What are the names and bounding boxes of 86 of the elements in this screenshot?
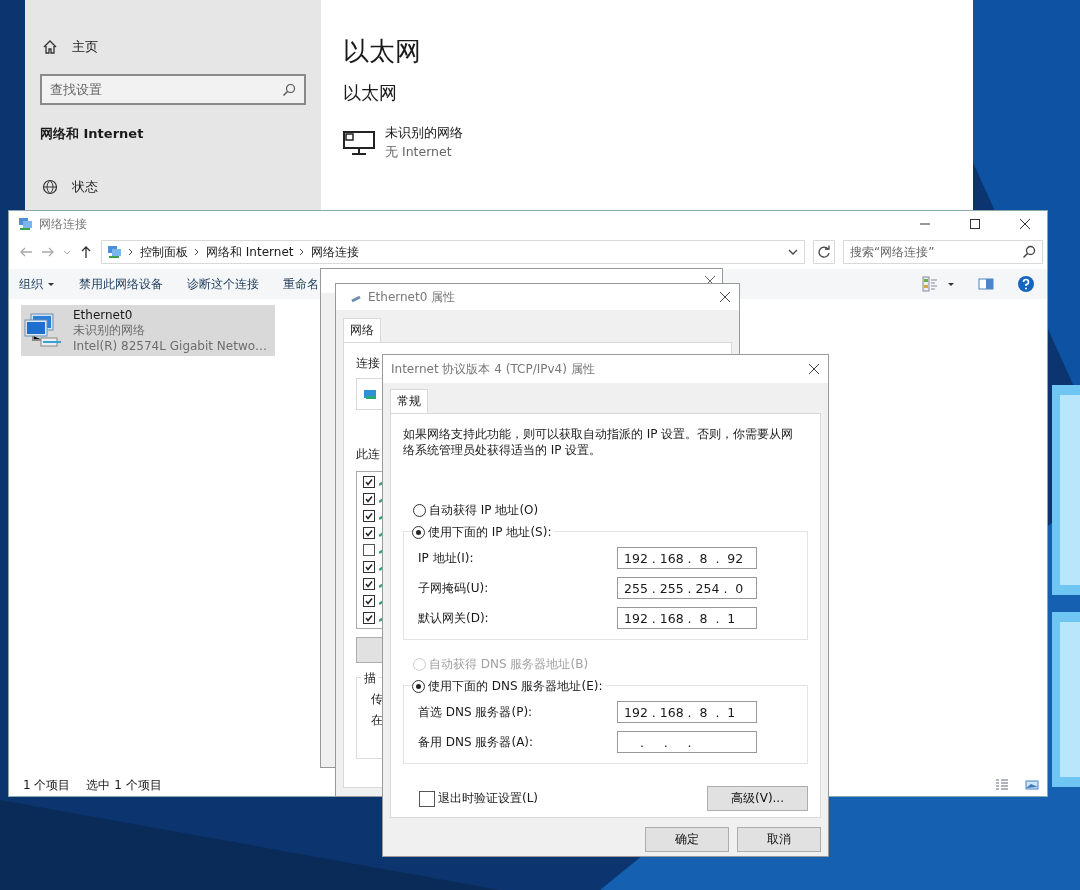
- toolbar-button[interactable]: 重命名: [283, 273, 319, 295]
- connection-item[interactable]: Ethernet0 未识别的网络 Intel(R) 82574L Gigabit Netwo…: [21, 305, 276, 356]
- search-icon: [282, 82, 296, 97]
- network-status: 无 Internet: [385, 144, 453, 161]
- field-label: 首选 DNS 服务器(P):: [418, 703, 533, 721]
- field-label: IP 地址(I):: [418, 549, 474, 567]
- tiles-view-icon[interactable]: [1025, 778, 1039, 792]
- description-text: 传: [371, 691, 383, 708]
- radio-button[interactable]: [413, 504, 426, 517]
- device-name: Intel(R) 82574L Gigabit Netwo…: [73, 339, 268, 353]
- dialog-button[interactable]: 确定: [645, 827, 729, 852]
- help-icon[interactable]: [1017, 275, 1035, 293]
- globe-icon: [42, 179, 58, 195]
- radio-button[interactable]: [412, 526, 425, 539]
- chevron-right-icon: [128, 248, 134, 256]
- chevron-down-icon[interactable]: [788, 248, 798, 256]
- refresh-icon: [817, 245, 831, 259]
- close-icon[interactable]: [808, 363, 820, 375]
- dialog-title: Ethernet0 属性: [368, 288, 456, 306]
- ip-address-field[interactable]: 192 . 168 . 8 . 1: [617, 607, 757, 629]
- dialog-button[interactable]: 取消: [737, 827, 821, 852]
- checkbox[interactable]: [363, 595, 375, 607]
- checkbox[interactable]: [363, 510, 375, 522]
- chevron-right-icon: [194, 248, 200, 256]
- checkbox[interactable]: [363, 493, 375, 505]
- tab[interactable]: 常规: [390, 389, 428, 413]
- window-title: 网络连接: [39, 215, 87, 233]
- checkbox[interactable]: [363, 612, 375, 624]
- ip-address-field[interactable]: 255 . 255 . 254 . 0: [617, 577, 757, 599]
- search-field[interactable]: 搜索“网络连接”: [843, 240, 1043, 264]
- home-icon: [42, 39, 58, 55]
- breadcrumb-item[interactable]: 网络连接: [311, 243, 360, 261]
- adapter-icon: [363, 387, 377, 401]
- toolbar-button[interactable]: 禁用此网络设备: [79, 273, 163, 295]
- checkbox[interactable]: [363, 544, 375, 556]
- group-label: 描: [361, 670, 379, 687]
- search-field[interactable]: 查找设置: [40, 74, 306, 105]
- field-label: 备用 DNS 服务器(A):: [418, 733, 534, 751]
- search-icon: [1022, 245, 1036, 259]
- breadcrumb-item[interactable]: 控制面板: [140, 243, 188, 261]
- checkbox[interactable]: [419, 790, 435, 807]
- radio-button[interactable]: [412, 680, 425, 693]
- close-icon[interactable]: [719, 291, 731, 303]
- page-title: 以太网: [343, 35, 422, 68]
- field-label: 连接: [356, 355, 380, 372]
- section-heading: 网络和 Internet: [40, 125, 145, 143]
- toolbar-button[interactable]: 组织: [19, 273, 55, 295]
- checkbox-label: 退出时验证设置(L): [438, 790, 539, 807]
- breadcrumb-item[interactable]: 网络和 Internet: [206, 243, 294, 261]
- connection-status: 未识别的网络: [73, 322, 146, 339]
- network-name[interactable]: 未识别的网络: [385, 125, 463, 142]
- radio-label: 使用下面的 DNS 服务器地址(E):: [428, 678, 603, 695]
- checkbox[interactable]: [363, 578, 375, 590]
- status-text: 选中 1 个项目: [86, 776, 162, 794]
- ip-address-field[interactable]: 192 . 168 . 8 . 92: [617, 547, 757, 569]
- intro-text: 如果网络支持此功能，则可以获取自动指派的 IP 设置。否则，你需要从网络系统管理员处获得适当的 IP 设置。: [403, 426, 795, 458]
- network-folder-icon: [17, 216, 33, 232]
- status-text: 1 个项目: [23, 776, 71, 794]
- monitor-network-icon: [343, 130, 375, 156]
- field-label: 默认网关(D):: [418, 609, 489, 627]
- connection-name: Ethernet0: [73, 308, 134, 322]
- toolbar-button[interactable]: 诊断这个连接: [187, 273, 259, 295]
- up-arrow-icon[interactable]: [79, 245, 93, 259]
- address-bar[interactable]: 控制面板 网络和 Internet 网络连接: [101, 240, 805, 264]
- tab[interactable]: 网络: [343, 318, 381, 342]
- checkbox[interactable]: [363, 527, 375, 539]
- checkbox[interactable]: [363, 476, 375, 488]
- home-link[interactable]: 主页: [72, 38, 98, 56]
- radio-label: 使用下面的 IP 地址(S):: [428, 524, 552, 541]
- chevron-right-icon: [299, 248, 306, 256]
- caret-icon[interactable]: [947, 280, 955, 288]
- page-subheading: 以太网: [343, 81, 398, 105]
- radio-label: 自动获得 IP 地址(O): [429, 502, 539, 519]
- field-label: 子网掩码(U):: [418, 579, 489, 597]
- radio-label: 自动获得 DNS 服务器地址(B): [429, 656, 589, 673]
- description-text: 在: [371, 712, 383, 729]
- advanced-button[interactable]: 高级(V)...: [707, 786, 808, 811]
- network-folder-icon: [106, 244, 122, 260]
- dialog-title: Internet 协议版本 4 (TCP/IPv4) 属性: [391, 360, 595, 378]
- ip-address-field[interactable]: . . .: [617, 731, 757, 753]
- checkbox[interactable]: [363, 561, 375, 573]
- preview-pane-icon[interactable]: [977, 275, 995, 293]
- field-label: 此连: [356, 446, 380, 463]
- ip-address-field[interactable]: 192 . 168 . 8 . 1: [617, 701, 757, 723]
- nav-item[interactable]: 状态: [72, 178, 98, 196]
- refresh-button[interactable]: [813, 240, 835, 264]
